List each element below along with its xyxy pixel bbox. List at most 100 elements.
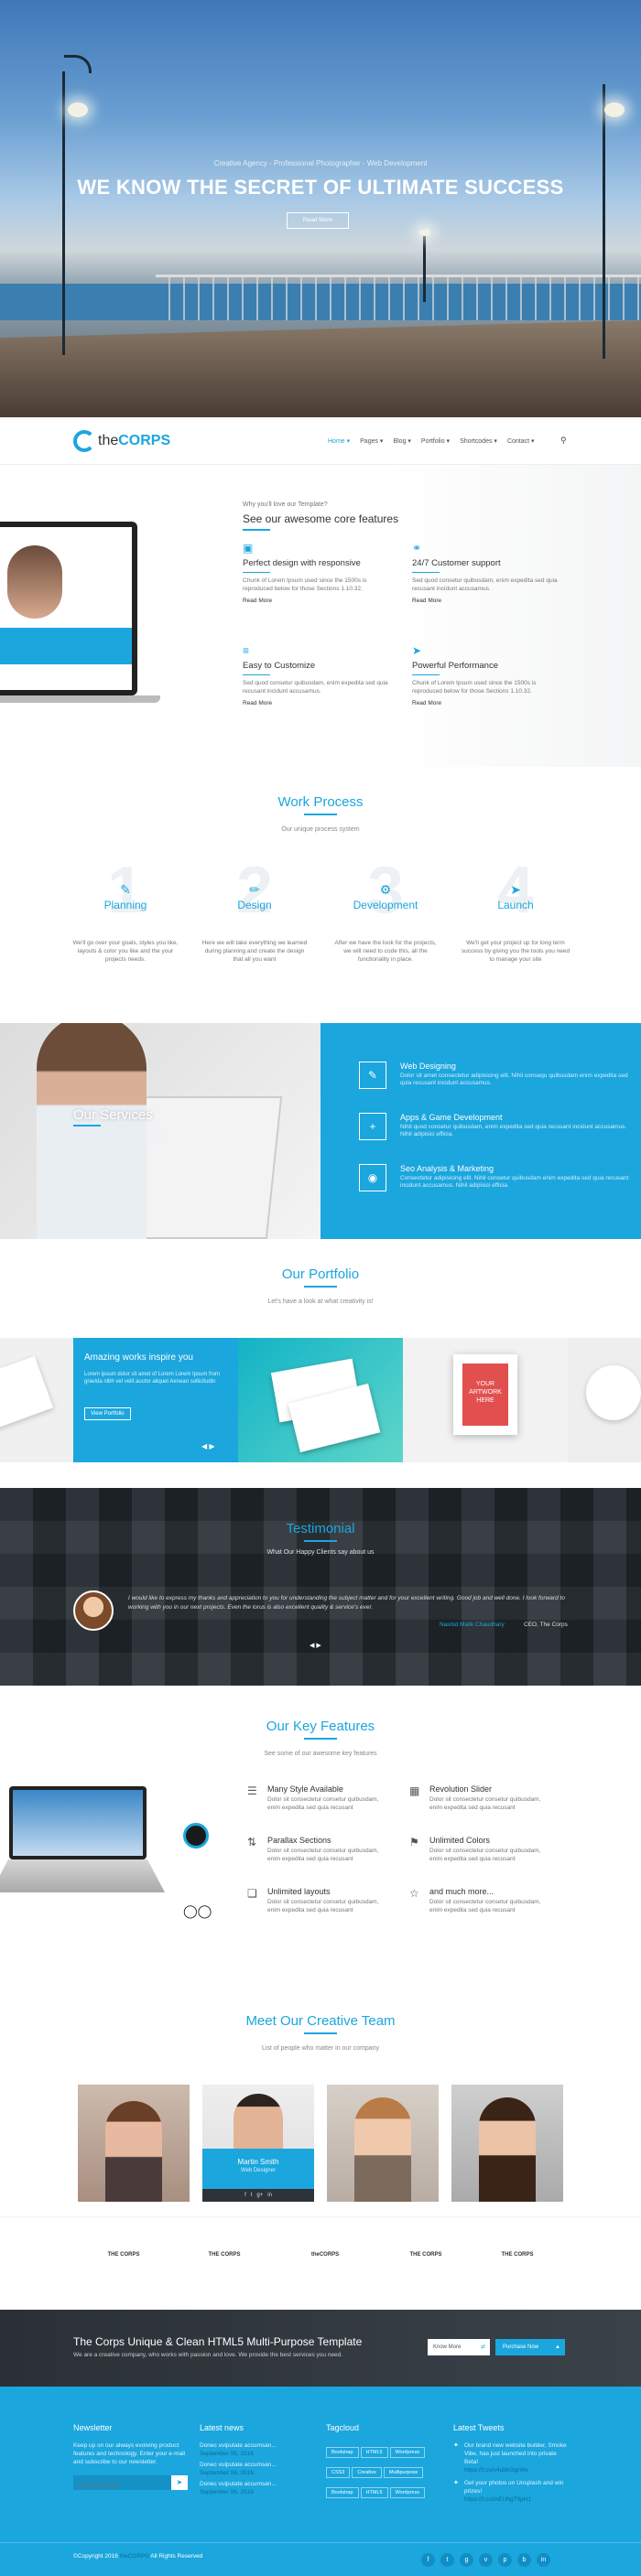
service-text: Dolor sit amet consectetur adipisicing e… [400, 1072, 628, 1086]
team-member-photo[interactable] [78, 2085, 190, 2202]
step-text: We'll get your project up for long term … [461, 940, 570, 963]
feature-title: Powerful Performance [412, 661, 498, 671]
send-icon[interactable]: ➤ [171, 2475, 188, 2490]
key-feature-title: Unlimited layouts [267, 1887, 331, 1896]
hero-tagline: Creative Agency - Professional Photograp… [213, 159, 428, 167]
client-logo[interactable]: THE CORPS [394, 2252, 458, 2258]
team-member-photo[interactable] [327, 2085, 439, 2202]
twitter-icon[interactable]: t [440, 2553, 454, 2567]
feature-read-more-link[interactable]: Read More [243, 700, 389, 706]
news-item-date: September 06, 2016 [200, 2489, 254, 2495]
tag-chip[interactable]: HTML5 [360, 2447, 388, 2458]
footer-tagcloud: Tagcloud Bootstrap HTML5 Wordpress CSS3 Cre… [326, 2423, 436, 2502]
behance-icon[interactable]: b [517, 2553, 531, 2567]
step-name: Development [353, 899, 418, 911]
feature-read-more-link[interactable]: Read More [412, 598, 559, 604]
tweet-link[interactable]: https://t.co/v4ubbOgrWx [464, 2466, 568, 2474]
nav-item-contact[interactable]: Contact ▾ [507, 437, 535, 445]
testimonial-arrows[interactable]: ◀ ▶ [310, 1642, 321, 1649]
nav-item-blog[interactable]: Blog ▾ [393, 437, 410, 445]
news-item-title[interactable]: Donec vulputate accumsan... [200, 2480, 319, 2488]
client-avatar [73, 1590, 114, 1631]
lamp-light-right [604, 102, 625, 117]
nav-item-portfolio[interactable]: Portfolio ▾ [421, 437, 450, 445]
client-logo[interactable]: THE CORPS [192, 2252, 256, 2258]
tag-chip[interactable]: Wordpress [389, 2487, 426, 2498]
work-subheading: Our unique process system [281, 826, 360, 833]
team-member-role: Web Designer [241, 2168, 276, 2173]
portfolio-section: Our Portfolio Let's have a look at what … [0, 1239, 641, 1488]
feature-read-more-link[interactable]: Read More [243, 598, 389, 604]
news-item-title[interactable]: Donec vulputate accumsan... [200, 2441, 319, 2450]
news-item-title[interactable]: Donec vulputate accumsan... [200, 2461, 319, 2469]
vimeo-icon[interactable]: v [479, 2553, 493, 2567]
portfolio-arrows[interactable]: ◀ ▶ [201, 1442, 215, 1450]
work-heading: Work Process [277, 794, 364, 810]
key-feature-title: Unlimited Colors [429, 1836, 491, 1845]
feature-title: Perfect design with responsive [243, 558, 361, 568]
target-icon: ◉ [359, 1164, 386, 1191]
linkedin-icon[interactable]: in [537, 2553, 550, 2567]
know-more-button[interactable]: Know More ⇄ [428, 2339, 490, 2355]
key-feature-text: Dolor sit consectetur consetur quibusdam… [267, 1899, 379, 1913]
tag-chip[interactable]: Bootstrap [326, 2487, 359, 2498]
services-heading: Our Services [73, 1107, 153, 1123]
key-feature-item: ☰ Many Style Available Dolor sit consect… [247, 1784, 385, 1812]
client-logo[interactable]: theCORPS [293, 2252, 357, 2258]
key-feature-text: Dolor sit consectetur consetur quibusdam… [429, 1796, 541, 1811]
team-member-photo[interactable]: Martin Smith Web Designer f t g+ in [202, 2085, 314, 2202]
nav-menu: Home ▾ Pages ▾ Blog ▾ Portfolio ▾ Shortc… [328, 437, 535, 445]
footer-latest-news: Latest news Donec vulputate accumsan... … [200, 2423, 319, 2496]
team-heading: Meet Our Creative Team [245, 2013, 396, 2029]
lamp-post-left [62, 71, 65, 355]
google-plus-icon[interactable]: g [460, 2553, 473, 2567]
tag-chip[interactable]: Multipurpose [383, 2467, 424, 2478]
newsletter-title: Newsletter [73, 2423, 113, 2432]
frame-text-line1: YOUR [475, 1381, 495, 1387]
portfolio-item-business-cards[interactable] [238, 1338, 403, 1462]
step-name: Launch [497, 899, 534, 911]
testimonial-heading: Testimonial [286, 1521, 355, 1536]
tweet-link[interactable]: https://t.co/mEUhgT9pH1 [464, 2495, 568, 2504]
footer-newsletter: Newsletter Keep up on our always evolvin… [73, 2423, 192, 2494]
feature-item: ⚭ 24/7 Customer support Sed quod consetu… [412, 542, 559, 604]
client-logo[interactable]: THE CORPS [485, 2252, 549, 2258]
search-icon[interactable]: ⚲ [560, 436, 567, 446]
tag-chip[interactable]: Bootstrap [326, 2447, 359, 2458]
nav-item-shortcodes[interactable]: Shortcodes ▾ [460, 437, 497, 445]
nav-item-pages[interactable]: Pages ▾ [360, 437, 383, 445]
purchase-now-button[interactable]: Purchase Now ▲ [495, 2339, 565, 2355]
purchase-banner: The Corps Unique & Clean HTML5 Multi-Pur… [0, 2310, 641, 2387]
nav-item-home[interactable]: Home ▾ [328, 437, 350, 445]
service-title: Seo Analysis & Marketing [400, 1164, 494, 1173]
hero-read-more-button[interactable]: Read More [287, 212, 349, 229]
site-logo[interactable]: theCORPS [73, 430, 170, 452]
clients-logos-section: THE CORPS THE CORPS theCORPS THE CORPS T… [0, 2216, 641, 2310]
client-logo[interactable]: THE CORPS [92, 2252, 156, 2258]
portfolio-item-stamp[interactable] [568, 1338, 641, 1462]
service-title: Web Designing [400, 1062, 456, 1071]
pencil-icon: ✏ [249, 882, 260, 897]
tag-chip[interactable]: Creative [352, 2467, 382, 2478]
lamp-light-mid [419, 229, 430, 236]
portfolio-item-artwork-frame[interactable]: YOUR ARTWORK HERE [403, 1338, 568, 1462]
team-social-icons[interactable]: f t g+ in [202, 2189, 314, 2202]
key-feature-title: Revolution Slider [429, 1784, 493, 1794]
tag-chip[interactable]: HTML5 [360, 2487, 388, 2498]
pen-icon: ✎ [359, 1062, 386, 1089]
features-eyebrow: Why you'll love our Template? [243, 501, 328, 508]
testimonial-section: Testimonial What Our Happy Clients say a… [0, 1488, 641, 1686]
service-text: Consectetur adipisicing elit. Nihil cons… [400, 1175, 629, 1189]
tag-chip[interactable]: CSS3 [326, 2467, 351, 2478]
facebook-icon[interactable]: f [421, 2553, 435, 2567]
tag-chip[interactable]: Wordpress [389, 2447, 426, 2458]
pinterest-icon[interactable]: p [498, 2553, 512, 2567]
team-member-photo[interactable] [451, 2085, 563, 2202]
footer: Newsletter Keep up on our always evolvin… [0, 2387, 641, 2576]
view-portfolio-button[interactable]: View Portfolio [84, 1407, 131, 1420]
key-feature-item: ☆ and much more... Dolor sit consectetur… [409, 1887, 547, 1914]
parallax-icon: ⇅ [247, 1836, 257, 1848]
portfolio-item-envelope[interactable] [0, 1338, 73, 1462]
feature-read-more-link[interactable]: Read More [412, 700, 559, 706]
newsletter-email-input[interactable] [73, 2479, 165, 2494]
